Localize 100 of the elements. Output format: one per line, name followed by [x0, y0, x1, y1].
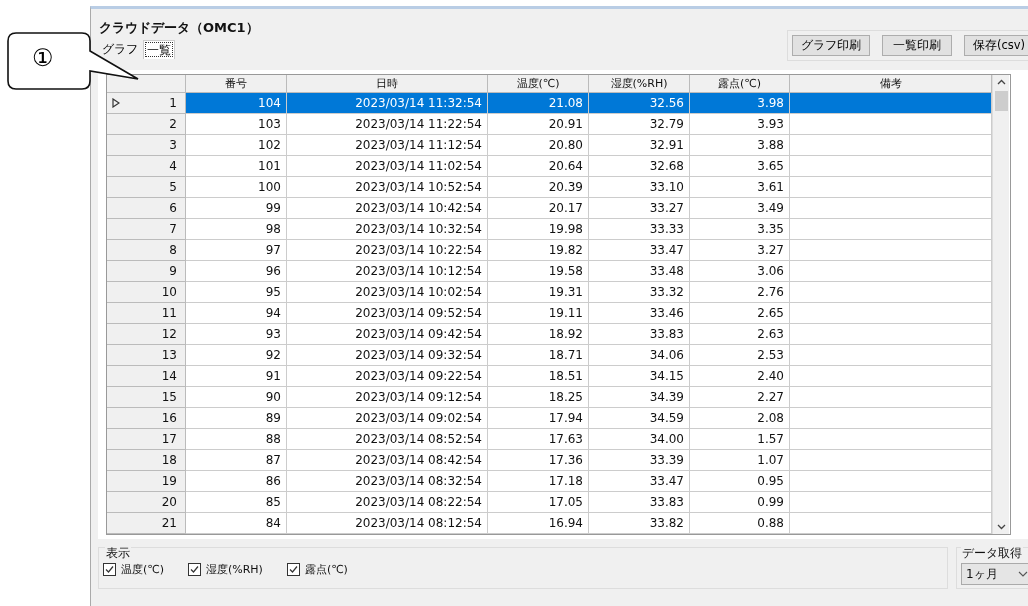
table-cell: 19.11 [488, 303, 589, 324]
table-row[interactable]: 9 96 2023/03/14 10:12:54 19.58 33.48 3.06 [107, 261, 992, 282]
row-header[interactable]: 14 [107, 366, 186, 387]
checkbox[interactable] [103, 563, 116, 576]
row-pointer-icon [112, 98, 120, 108]
table-cell: 34.39 [589, 387, 690, 408]
table-row[interactable]: 6 99 2023/03/14 10:42:54 20.17 33.27 3.49 [107, 198, 992, 219]
table-cell: 19.82 [488, 240, 589, 261]
table-cell: 2023/03/14 09:32:54 [287, 345, 488, 366]
row-header[interactable]: 8 [107, 240, 186, 261]
column-header[interactable]: 番号 [186, 75, 287, 93]
table-cell: 33.47 [589, 240, 690, 261]
table-cell: 3.93 [690, 114, 790, 135]
row-header[interactable]: 17 [107, 429, 186, 450]
table-cell: 2.40 [690, 366, 790, 387]
table-row[interactable]: 4 101 2023/03/14 11:02:54 20.64 32.68 3.65 [107, 156, 992, 177]
period-dropdown[interactable]: 1ヶ月 [961, 563, 1028, 585]
table-cell: 2023/03/14 09:22:54 [287, 366, 488, 387]
row-header[interactable]: 9 [107, 261, 186, 282]
table-cell: 2023/03/14 08:12:54 [287, 513, 488, 534]
table-cell: 20.80 [488, 135, 589, 156]
column-header[interactable]: 露点(℃) [690, 75, 790, 93]
row-header[interactable]: 3 [107, 135, 186, 156]
table-row[interactable]: 12 93 2023/03/14 09:42:54 18.92 33.83 2.63 [107, 324, 992, 345]
table-cell: 2023/03/14 11:22:54 [287, 114, 488, 135]
table-cell: 2023/03/14 08:22:54 [287, 492, 488, 513]
row-header[interactable]: 13 [107, 345, 186, 366]
row-header[interactable]: 20 [107, 492, 186, 513]
table-cell: 2.65 [690, 303, 790, 324]
table-cell: 20.17 [488, 198, 589, 219]
table-cell: 94 [186, 303, 287, 324]
table-row[interactable]: 19 86 2023/03/14 08:32:54 17.18 33.47 0.95 [107, 471, 992, 492]
table-row[interactable]: 20 85 2023/03/14 08:22:54 17.05 33.83 0.99 [107, 492, 992, 513]
table-cell: 33.47 [589, 471, 690, 492]
row-header[interactable]: 4 [107, 156, 186, 177]
table-row[interactable]: 10 95 2023/03/14 10:02:54 19.31 33.32 2.76 [107, 282, 992, 303]
table-cell: 2023/03/14 09:02:54 [287, 408, 488, 429]
column-header[interactable]: 温度(℃) [488, 75, 589, 93]
checkbox[interactable] [187, 563, 201, 576]
table-cell: 19.58 [488, 261, 589, 282]
checkbox-label[interactable]: 温度(℃) [121, 562, 164, 577]
tab[interactable]: グラフ [99, 40, 141, 59]
table-row[interactable]: 14 91 2023/03/14 09:22:54 18.51 34.15 2.40 [107, 366, 992, 387]
checkbox[interactable] [286, 563, 300, 576]
table-row[interactable]: 2 103 2023/03/14 11:22:54 20.91 32.79 3.93 [107, 114, 992, 135]
row-header[interactable]: 11 [107, 303, 186, 324]
row-header[interactable]: 5 [107, 177, 186, 198]
tab[interactable]: 一覧 [143, 40, 175, 59]
table-cell: 33.83 [589, 492, 690, 513]
table-row[interactable]: 17 88 2023/03/14 08:52:54 17.63 34.00 1.57 [107, 429, 992, 450]
group-label: 表示 [105, 545, 131, 562]
table-row[interactable]: 11 94 2023/03/14 09:52:54 19.11 33.46 2.65 [107, 303, 992, 324]
column-header[interactable]: 湿度(%RH) [589, 75, 690, 93]
action-button[interactable]: 保存(csv) [963, 35, 1028, 56]
scroll-up-icon[interactable] [996, 79, 1006, 85]
table-row[interactable]: 15 90 2023/03/14 09:12:54 18.25 34.39 2.27 [107, 387, 992, 408]
column-header[interactable]: 備考 [790, 75, 992, 93]
table-cell: 3.06 [690, 261, 790, 282]
table-cell: 100 [186, 177, 287, 198]
table-cell: 17.18 [488, 471, 589, 492]
table-cell: 1.07 [690, 450, 790, 471]
checkbox-label[interactable]: 湿度(%RH) [205, 562, 263, 577]
row-header[interactable]: 7 [107, 219, 186, 240]
vertical-scrollbar[interactable] [992, 75, 1009, 534]
table-row[interactable]: 16 89 2023/03/14 09:02:54 17.94 34.59 2.08 [107, 408, 992, 429]
table-cell: 33.10 [589, 177, 690, 198]
row-header[interactable]: 6 [107, 198, 186, 219]
table-cell: 17.36 [488, 450, 589, 471]
table-cell: 33.82 [589, 513, 690, 534]
row-header[interactable]: 2 [107, 114, 186, 135]
table-row[interactable]: 18 87 2023/03/14 08:42:54 17.36 33.39 1.07 [107, 450, 992, 471]
table-row[interactable]: 1 104 2023/03/14 11:32:54 21.08 32.56 3.98 [107, 93, 992, 114]
table-cell: 3.88 [690, 135, 790, 156]
row-header[interactable]: 18 [107, 450, 186, 471]
scroll-thumb[interactable] [994, 91, 1008, 111]
row-header[interactable]: 12 [107, 324, 186, 345]
row-header[interactable]: 10 [107, 282, 186, 303]
action-button[interactable]: 一覧印刷 [881, 35, 952, 56]
table-cell: 32.79 [589, 114, 690, 135]
table-row[interactable]: 21 84 2023/03/14 08:12:54 16.94 33.82 0.88 [107, 513, 992, 534]
table-row[interactable]: 3 102 2023/03/14 11:12:54 20.80 32.91 3.88 [107, 135, 992, 156]
table-row[interactable]: 7 98 2023/03/14 10:32:54 19.98 33.33 3.35 [107, 219, 992, 240]
action-button[interactable]: グラフ印刷 [791, 35, 870, 56]
checkbox-label[interactable]: 露点(℃) [304, 562, 348, 577]
row-header[interactable]: 21 [107, 513, 186, 534]
row-header[interactable]: 1 [107, 93, 186, 114]
table-row[interactable]: 5 100 2023/03/14 10:52:54 20.39 33.10 3.61 [107, 177, 992, 198]
table-cell: 17.05 [488, 492, 589, 513]
table-cell: 89 [186, 408, 287, 429]
table-row[interactable]: 13 92 2023/03/14 09:32:54 18.71 34.06 2.53 [107, 345, 992, 366]
table-cell: 2023/03/14 11:12:54 [287, 135, 488, 156]
table-cell: 2023/03/14 09:42:54 [287, 324, 488, 345]
table-row[interactable]: 8 97 2023/03/14 10:22:54 19.82 33.47 3.27 [107, 240, 992, 261]
table-cell: 21.08 [488, 93, 589, 114]
row-header[interactable]: 16 [107, 408, 186, 429]
scroll-down-icon[interactable] [996, 524, 1006, 530]
table-cell: 20.64 [488, 156, 589, 177]
column-header[interactable]: 日時 [287, 75, 488, 93]
row-header[interactable]: 15 [107, 387, 186, 408]
row-header[interactable]: 19 [107, 471, 186, 492]
